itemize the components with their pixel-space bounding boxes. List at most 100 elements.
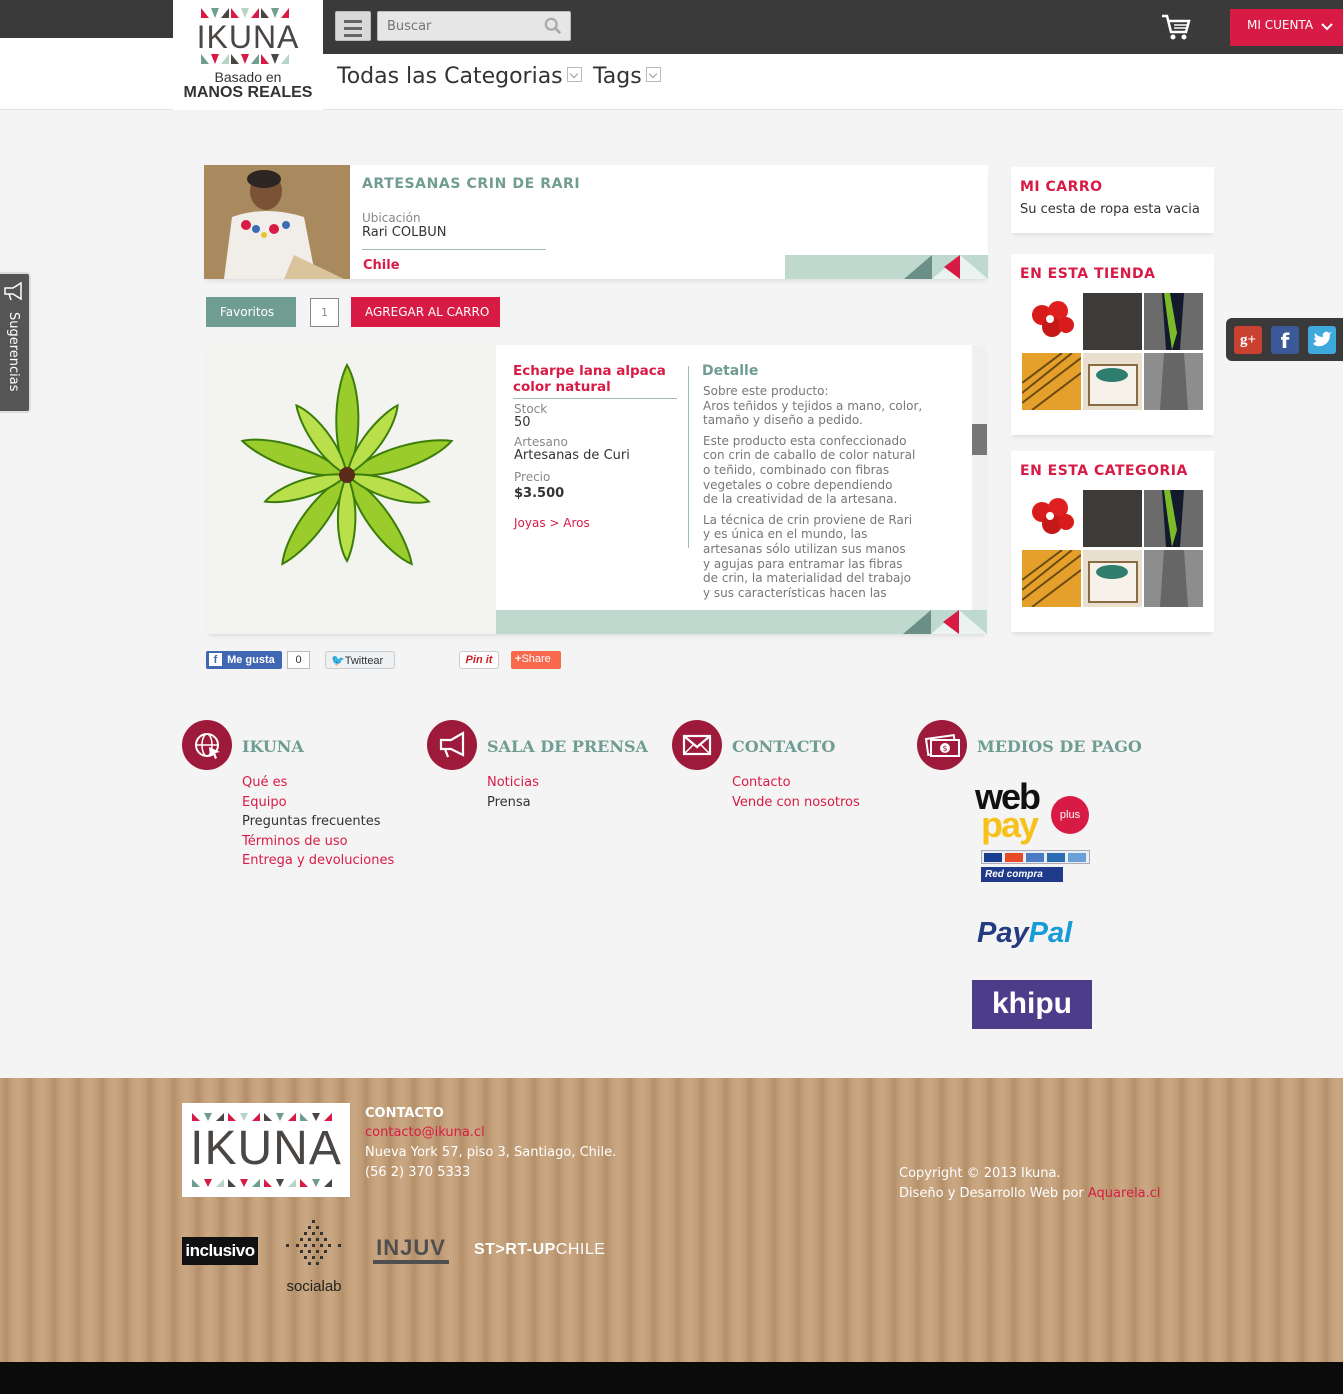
artisan-label: Artesano	[514, 435, 568, 449]
footer-link[interactable]: Qué es	[242, 773, 394, 793]
product-thumbnail[interactable]	[1083, 490, 1142, 547]
share-label: Share	[521, 653, 551, 665]
twitter-icon[interactable]	[1308, 326, 1336, 354]
footer-link[interactable]: Entrega y devoluciones	[242, 851, 394, 871]
dropdown-arrow-icon[interactable]	[566, 66, 582, 82]
description-line: La técnica de crin proviene de Rari	[703, 512, 913, 527]
product-image[interactable]	[207, 345, 496, 634]
site-logo[interactable]: IKUNA Basado en MANOS REALES	[173, 0, 323, 110]
socialab-logo[interactable]: socialab	[282, 1218, 346, 1298]
red-flower-thumbnail	[1032, 301, 1074, 337]
artisan-photo-image	[204, 165, 350, 279]
footer-link[interactable]: Preguntas frecuentes	[242, 812, 394, 832]
product-thumbnail[interactable]	[1144, 490, 1203, 547]
orange-thread-thumbnail	[1021, 549, 1082, 608]
megaphone-icon	[4, 281, 22, 301]
footer-links: Qué es Equipo Preguntas frecuentes Térmi…	[242, 773, 394, 871]
paypal-logo: PayPal	[977, 917, 1072, 950]
nav-all-categories[interactable]: Todas las Categorias	[337, 64, 582, 89]
decorative-pattern	[496, 610, 987, 634]
footer-link[interactable]: Términos de uso	[242, 832, 394, 852]
tweet-label: Twittear	[344, 655, 384, 667]
product-description: Sobre este producto: Aros teñidos y tejid…	[703, 384, 953, 602]
facebook-icon[interactable]: f	[1271, 326, 1299, 354]
top-bar-strip	[0, 38, 173, 54]
product-thumbnail[interactable]	[1083, 293, 1142, 350]
product-thumbnail[interactable]	[1144, 550, 1203, 607]
footer-contact-email[interactable]: contacto@ikuna.cl	[365, 1125, 485, 1140]
product-thumbnail[interactable]	[1021, 352, 1082, 411]
search-input[interactable]	[378, 12, 538, 40]
footer-contact-title: CONTACTO	[365, 1106, 444, 1121]
frame-thumbnail	[1088, 364, 1138, 406]
product-thumbnail[interactable]	[1083, 550, 1142, 607]
like-count: 0	[287, 651, 310, 669]
socialab-dots-icon	[286, 1220, 341, 1265]
description-line: o teñido, combinado con fibras	[703, 462, 890, 477]
green-scarf-thumbnail	[1144, 490, 1203, 547]
google-plus-icon[interactable]: g+	[1234, 326, 1262, 354]
triangle-pattern-icon	[904, 255, 988, 279]
product-thumbnail[interactable]	[1083, 353, 1142, 410]
logo-pattern-top	[201, 8, 289, 18]
logo-pattern-bottom	[201, 54, 289, 64]
paypal-pay-text: Pay	[977, 917, 1029, 949]
twitter-bird-icon: 🐦	[331, 655, 345, 667]
inclusivo-logo[interactable]: inclusivo	[182, 1237, 258, 1265]
facebook-like-button[interactable]: f Me gusta	[206, 651, 282, 669]
credits-prefix: Diseño y Desarrollo Web por	[899, 1186, 1088, 1201]
description-line: tamaño y diseño a pedido.	[703, 413, 863, 428]
product-thumbnail[interactable]	[1022, 490, 1081, 547]
search-box[interactable]	[377, 11, 571, 41]
account-menu-button[interactable]: MI CUENTA	[1230, 9, 1343, 46]
footer-link[interactable]: Noticias	[487, 773, 539, 793]
pinterest-pin-button[interactable]: Pin it	[459, 651, 499, 669]
chevron-down-icon	[1321, 23, 1333, 31]
menu-button[interactable]	[335, 11, 371, 41]
footer-links: Noticias Prensa	[487, 773, 539, 812]
product-thumbnail[interactable]	[1022, 293, 1081, 350]
credits-link[interactable]: Aquarela.cl	[1088, 1186, 1161, 1201]
cart-icon[interactable]	[1160, 12, 1192, 42]
startup-chile-logo[interactable]: ST>RT-UPCHILE	[474, 1241, 605, 1259]
divider	[362, 249, 546, 250]
search-icon[interactable]	[544, 17, 562, 35]
redcompra-logo: Red compra	[981, 867, 1063, 882]
shop-header-card: ARTESANAS CRIN DE RARI Ubicación Rari CO…	[204, 165, 988, 279]
khipu-logo: khipu	[972, 980, 1092, 1029]
paypal-pal-text: Pal	[1028, 917, 1073, 949]
svg-text:$: $	[943, 744, 948, 753]
nav-tags[interactable]: Tags	[593, 64, 661, 89]
grey-knit-thumbnail	[1144, 353, 1203, 410]
footer-link[interactable]: Vende con nosotros	[732, 793, 860, 813]
addthis-share-button[interactable]: +Share	[511, 651, 561, 669]
footer-link[interactable]: Prensa	[487, 793, 539, 813]
orange-thread-thumbnail	[1021, 352, 1082, 411]
logo-pattern-bottom	[192, 1179, 332, 1187]
footer-link[interactable]: Equipo	[242, 793, 394, 813]
social-sidebar: g+ f	[1226, 318, 1343, 361]
cart-title: MI CARRO	[1020, 179, 1103, 195]
product-thumbnail[interactable]	[1021, 549, 1082, 608]
injuv-logo[interactable]: INJUV	[373, 1234, 449, 1264]
envelope-icon	[672, 720, 722, 770]
twitter-bird-icon	[1313, 331, 1332, 347]
scrollbar-thumb[interactable]	[972, 424, 987, 455]
divider	[513, 398, 677, 399]
add-to-cart-button[interactable]: AGREGAR AL CARRO	[351, 297, 500, 327]
suggestions-tab[interactable]: Sugerencias	[0, 272, 31, 413]
description-line: con crin de caballo de color natural	[703, 448, 916, 463]
description-line: Sobre este producto:	[703, 384, 829, 398]
startup-text: ST>RT-UP	[474, 1241, 556, 1258]
favorites-button[interactable]: Favoritos	[206, 297, 296, 327]
product-thumbnail[interactable]	[1144, 293, 1203, 350]
footer-logo[interactable]: IKUNA	[182, 1103, 350, 1197]
category-breadcrumb[interactable]: Joyas > Aros	[514, 516, 590, 530]
scrollbar-track[interactable]	[972, 345, 987, 610]
product-thumbnail[interactable]	[1144, 353, 1203, 410]
webpay-logo: web pay plus Red compra	[975, 779, 1095, 890]
quantity-input[interactable]: 1	[310, 298, 339, 327]
twitter-tweet-button[interactable]: 🐦Twittear	[325, 651, 395, 669]
footer-link[interactable]: Contacto	[732, 773, 860, 793]
dropdown-arrow-icon[interactable]	[645, 66, 661, 82]
